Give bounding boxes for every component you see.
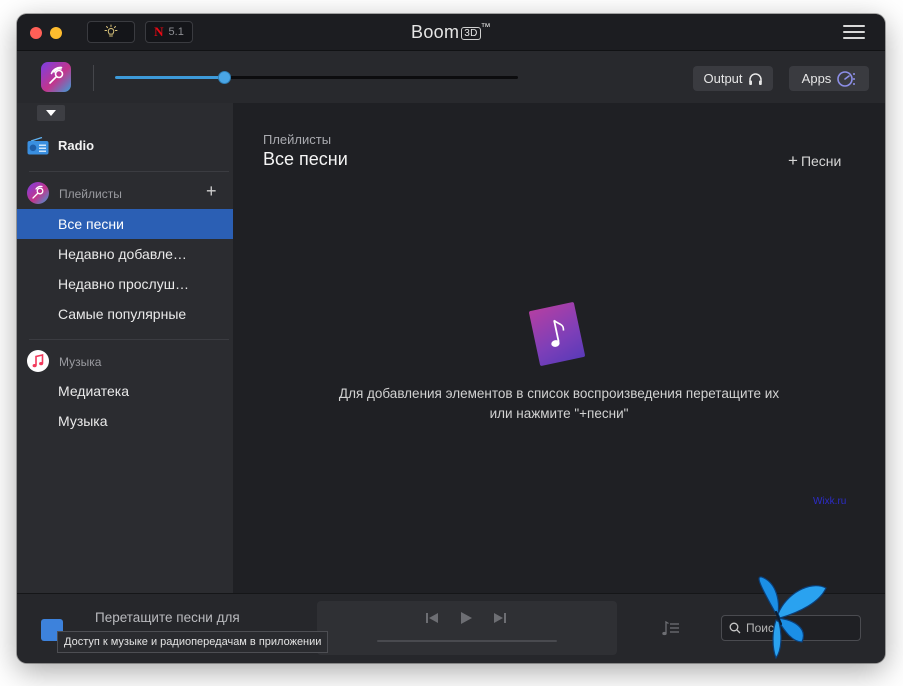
output-button[interactable]: Output <box>693 66 773 91</box>
music-note-icon <box>32 353 44 368</box>
sidebar-item-radio-label: Radio <box>58 138 95 153</box>
playlists-section-icon <box>27 182 49 204</box>
apps-button[interactable]: Apps <box>789 66 869 91</box>
sidebar-item-radio[interactable]: Radio <box>17 135 233 157</box>
seek-bar[interactable] <box>377 640 557 642</box>
apps-button-label: Apps <box>801 71 832 86</box>
toolbar-divider <box>93 65 94 91</box>
now-playing-text: Перетащите песни для <box>95 610 240 625</box>
sidebar-divider <box>29 171 229 172</box>
triangle-down-icon <box>46 110 56 116</box>
app-logo-icon[interactable] <box>41 62 71 92</box>
app-title: Boom 3D™ <box>17 22 885 43</box>
empty-playlist-music-icon <box>528 301 586 367</box>
playlists-section-label: Плейлисты <box>59 187 122 201</box>
page-title: Все песни <box>263 149 348 169</box>
volume-slider-knob[interactable] <box>217 71 231 84</box>
play-icon[interactable] <box>459 611 473 625</box>
music-section-icon <box>27 350 49 372</box>
plus-icon: + <box>788 151 798 170</box>
sidebar-item-recently-added[interactable]: Недавно добавленные <box>17 239 233 269</box>
apps-gauge-icon <box>837 70 856 87</box>
volume-slider[interactable] <box>115 71 518 84</box>
main-content: Плейлисты Все песни + Песни Для добавлен… <box>233 103 885 593</box>
sidebar-item-recently-played[interactable]: Недавно прослушанные <box>17 269 233 299</box>
empty-playlist-message: Для добавления элементов в список воспро… <box>233 384 885 424</box>
app-title-badge: 3D <box>461 27 481 40</box>
queue-list-icon[interactable] <box>660 619 680 637</box>
sidebar-divider <box>29 339 229 340</box>
collapse-toggle-button[interactable] <box>37 105 65 121</box>
add-songs-button[interactable]: + Песни <box>788 151 842 170</box>
output-button-label: Output <box>703 71 743 86</box>
music-section-label: Музыка <box>59 355 102 369</box>
app-title-text: Boom <box>411 22 460 42</box>
hamburger-menu-icon[interactable] <box>843 25 865 39</box>
sidebar-item-library[interactable]: Медиатека <box>17 376 233 406</box>
title-bar: N 5.1 Boom 3D™ <box>17 14 885 50</box>
butterfly-decoration-icon <box>758 576 827 660</box>
microphone-icon <box>49 66 64 84</box>
microphone-icon <box>32 185 44 199</box>
app-title-tm: ™ <box>480 22 491 33</box>
headphones-icon <box>748 72 762 85</box>
music-section-header: Музыка <box>17 350 233 374</box>
tooltip: Доступ к музыке и радиопередачам в прило… <box>57 631 329 653</box>
add-songs-label: Песни <box>800 153 842 169</box>
music-note-icon <box>551 319 565 347</box>
sidebar: Radio Плейлисты + Все песни Недавно доба… <box>17 103 233 593</box>
sidebar-item-most-popular[interactable]: Самые популярные <box>17 299 233 329</box>
empty-message-line-2: или нажмите "+песни" <box>489 406 629 421</box>
playback-controls <box>317 601 617 655</box>
empty-message-line-1: Для добавления элементов в список воспро… <box>338 386 780 401</box>
watermark: Wixk.ru <box>813 496 847 507</box>
sidebar-item-all-songs[interactable]: Все песни <box>17 209 233 239</box>
add-playlist-button[interactable]: + <box>206 182 217 200</box>
breadcrumb: Плейлисты <box>263 132 332 147</box>
toolbar: Output Apps <box>17 50 885 103</box>
sidebar-item-music[interactable]: Музыка <box>17 406 233 436</box>
next-track-icon[interactable] <box>493 611 507 625</box>
previous-track-icon[interactable] <box>425 611 439 625</box>
volume-slider-fill <box>115 76 224 79</box>
radio-icon <box>27 137 49 155</box>
playlists-section-header: Плейлисты + <box>17 182 233 206</box>
